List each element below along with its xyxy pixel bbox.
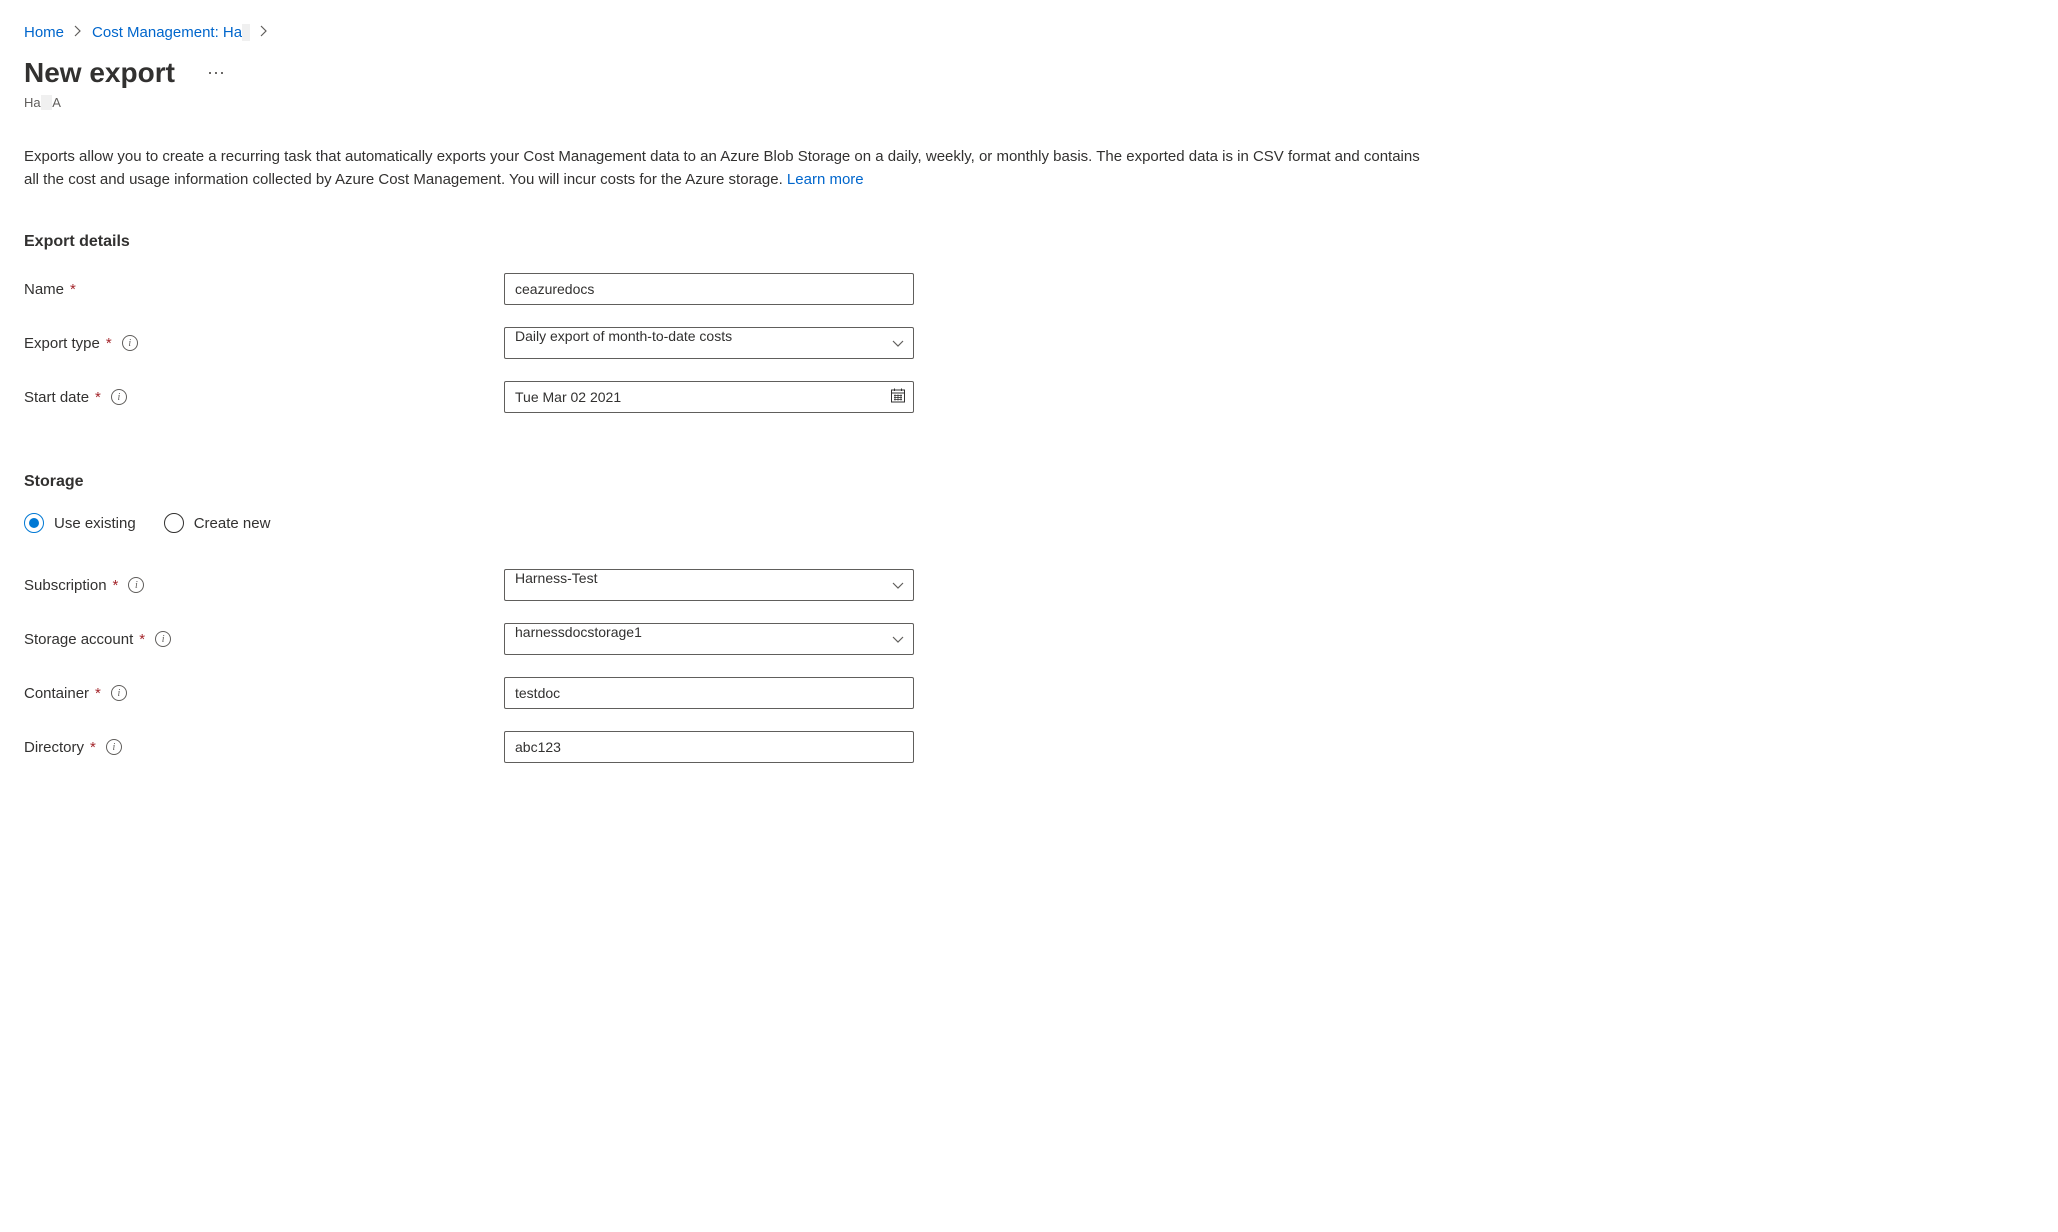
breadcrumb-home[interactable]: Home — [24, 24, 64, 41]
form-row-container: Container * i — [24, 677, 2034, 709]
required-indicator: * — [139, 631, 145, 648]
required-indicator: * — [90, 739, 96, 756]
page-header: New export ⋯ — [24, 57, 2034, 89]
page-subtitle: Ha A — [24, 95, 2034, 110]
radio-circle-icon — [24, 513, 44, 533]
radio-circle-icon — [164, 513, 184, 533]
page-title: New export — [24, 57, 175, 89]
directory-input[interactable] — [504, 731, 914, 763]
required-indicator: * — [70, 281, 76, 298]
label-export-type: Export type * i — [24, 335, 504, 352]
section-export-details: Export details — [24, 233, 2034, 251]
info-icon[interactable]: i — [111, 389, 127, 405]
required-indicator: * — [106, 335, 112, 352]
radio-label-create-new: Create new — [194, 515, 271, 532]
info-icon[interactable]: i — [155, 631, 171, 647]
info-icon[interactable]: i — [122, 335, 138, 351]
required-indicator: * — [113, 577, 119, 594]
label-name: Name * — [24, 281, 504, 298]
info-icon[interactable]: i — [111, 685, 127, 701]
form-row-name: Name * — [24, 273, 2034, 305]
subscription-select[interactable]: Harness-Test — [504, 569, 914, 601]
info-icon[interactable]: i — [128, 577, 144, 593]
label-container: Container * i — [24, 685, 504, 702]
name-input[interactable] — [504, 273, 914, 305]
page-description: Exports allow you to create a recurring … — [24, 146, 1424, 191]
label-start-date: Start date * i — [24, 389, 504, 406]
more-button[interactable]: ⋯ — [199, 59, 235, 88]
radio-label-use-existing: Use existing — [54, 515, 136, 532]
section-storage: Storage — [24, 473, 2034, 491]
learn-more-link[interactable]: Learn more — [787, 171, 864, 188]
chevron-right-icon — [260, 25, 268, 40]
required-indicator: * — [95, 389, 101, 406]
required-indicator: * — [95, 685, 101, 702]
start-date-input[interactable] — [504, 381, 914, 413]
chevron-right-icon — [74, 25, 82, 40]
form-row-start-date: Start date * i — [24, 381, 2034, 413]
radio-create-new[interactable]: Create new — [164, 513, 271, 533]
form-row-subscription: Subscription * i Harness-Test — [24, 569, 2034, 601]
radio-use-existing[interactable]: Use existing — [24, 513, 136, 533]
label-subscription: Subscription * i — [24, 577, 504, 594]
form-row-storage-account: Storage account * i harnessdocstorage1 — [24, 623, 2034, 655]
storage-account-select[interactable]: harnessdocstorage1 — [504, 623, 914, 655]
breadcrumb: Home Cost Management: Ha — [24, 24, 2034, 41]
breadcrumb-cost-management[interactable]: Cost Management: Ha — [92, 24, 250, 41]
storage-radio-group: Use existing Create new — [24, 513, 2034, 533]
form-row-export-type: Export type * i Daily export of month-to… — [24, 327, 2034, 359]
form-row-directory: Directory * i — [24, 731, 2034, 763]
container-input[interactable] — [504, 677, 914, 709]
label-storage-account: Storage account * i — [24, 631, 504, 648]
info-icon[interactable]: i — [106, 739, 122, 755]
export-type-select[interactable]: Daily export of month-to-date costs — [504, 327, 914, 359]
label-directory: Directory * i — [24, 739, 504, 756]
